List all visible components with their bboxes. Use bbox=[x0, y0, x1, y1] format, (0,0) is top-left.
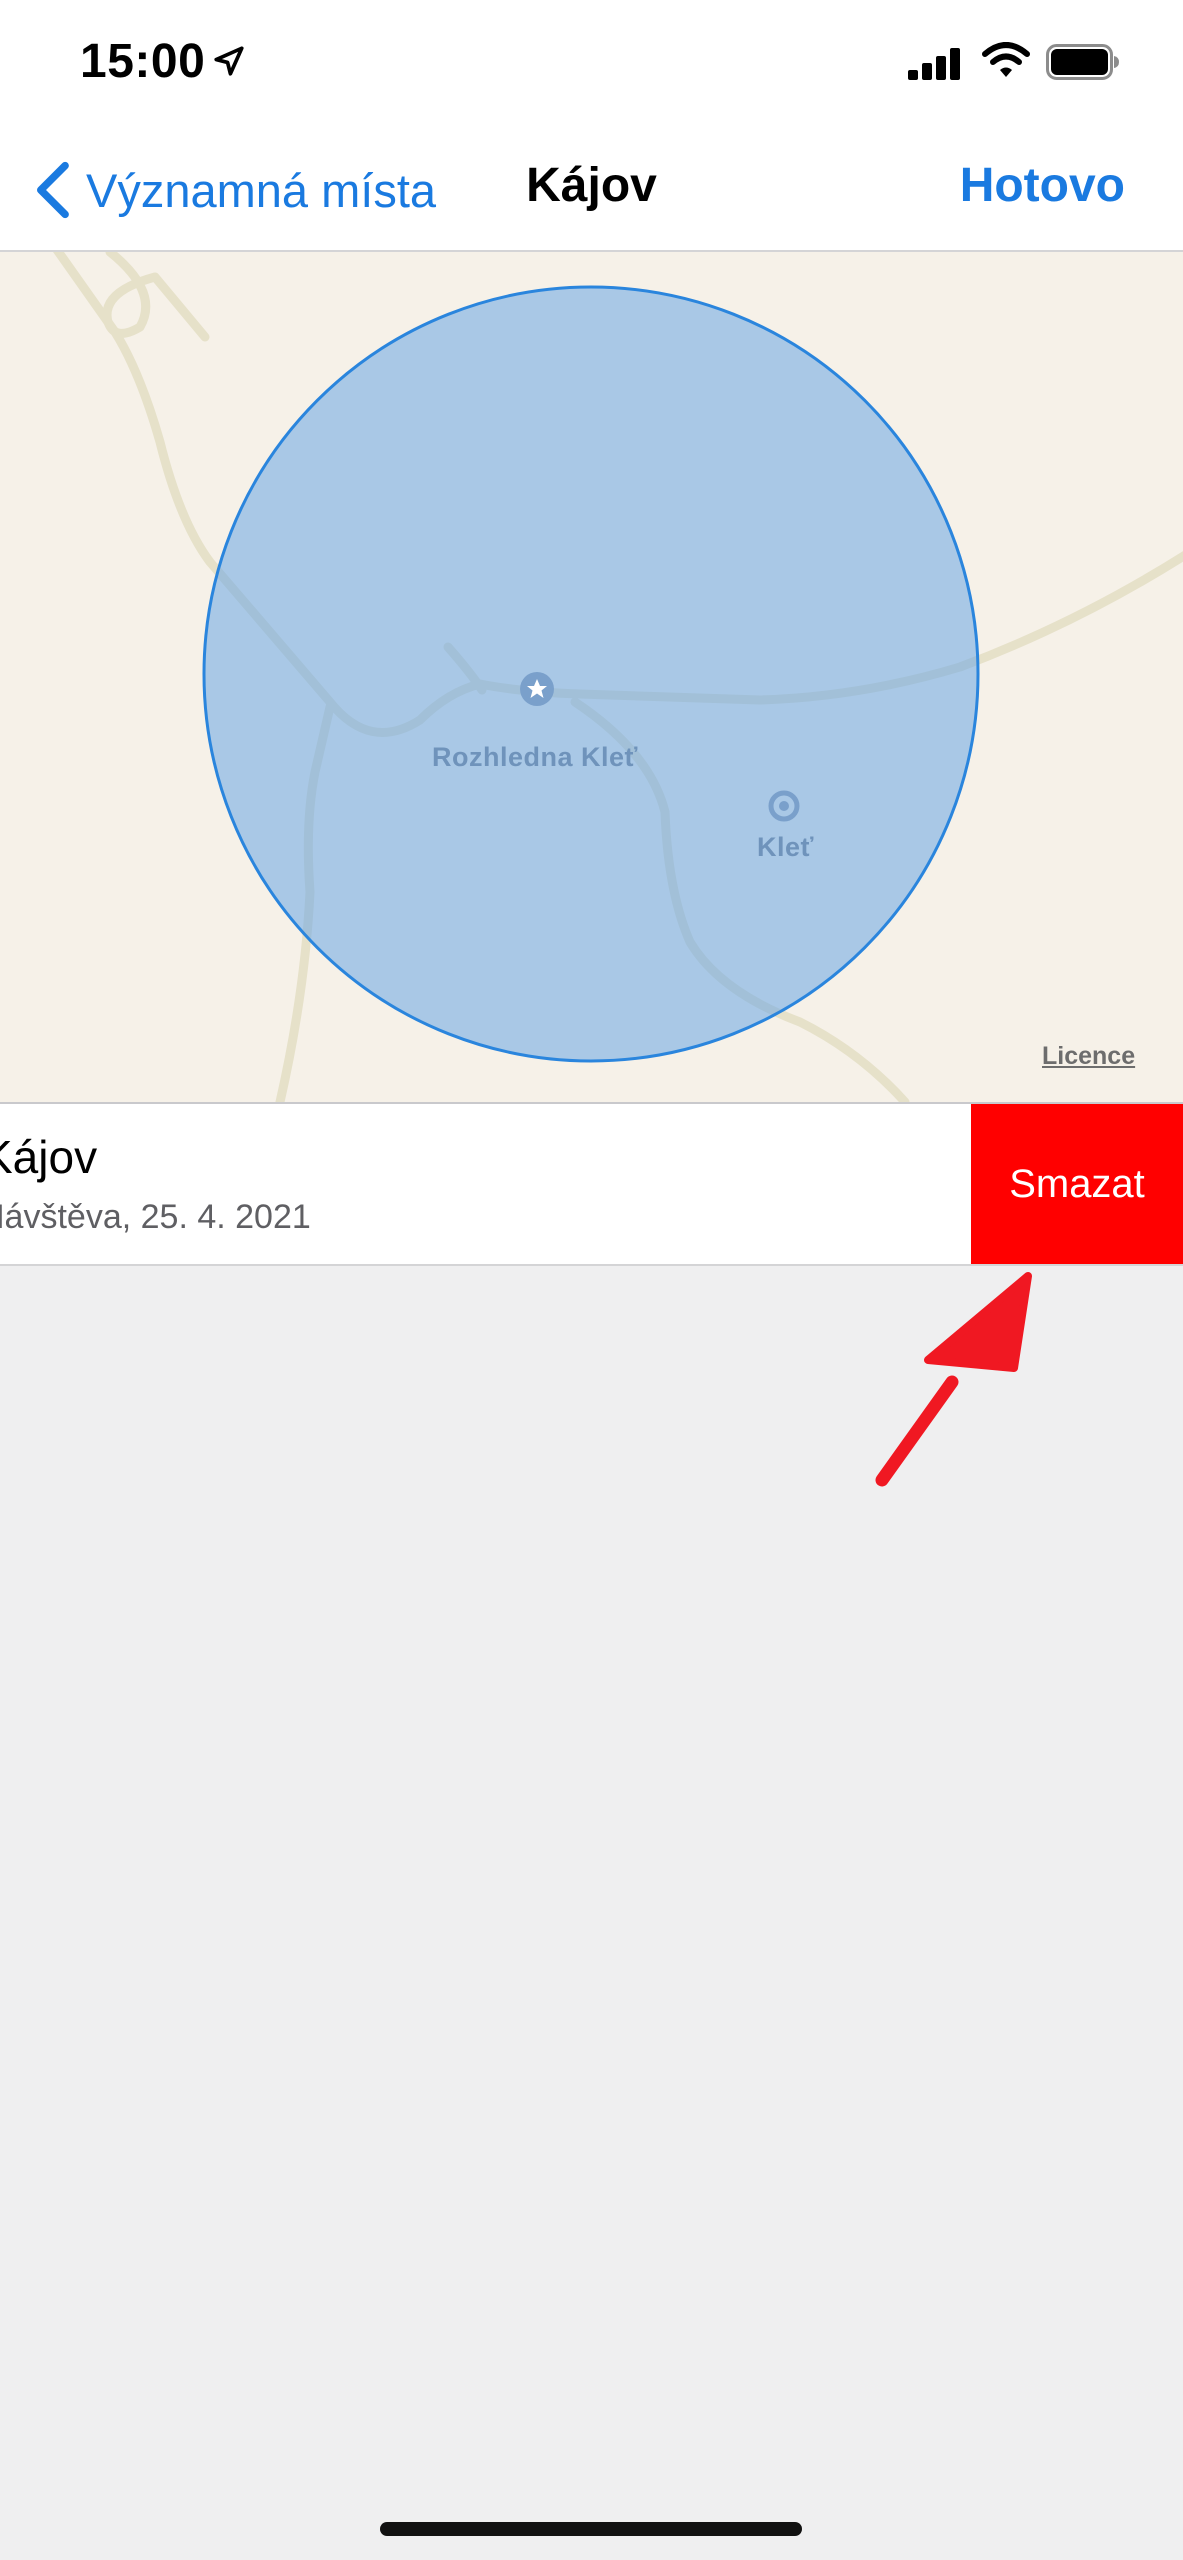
licence-link[interactable]: Licence bbox=[1042, 1042, 1135, 1071]
location-arrow-icon bbox=[214, 46, 244, 76]
navigation-bar: Významná místa Kájov Hotovo bbox=[0, 130, 1183, 252]
place-row[interactable]: Kájov Návštěva, 25. 4. 2021 Smazat bbox=[0, 1104, 1183, 1266]
poi-label-rozhledna[interactable]: Rozhledna Kleť bbox=[432, 742, 638, 773]
map-view[interactable]: Rozhledna Kleť Kleť Licence bbox=[0, 252, 1183, 1105]
poi-star-icon bbox=[520, 672, 554, 706]
done-button[interactable]: Hotovo bbox=[960, 158, 1125, 213]
geofence-region bbox=[202, 285, 980, 1063]
wifi-icon bbox=[982, 42, 1030, 77]
chevron-left-icon bbox=[37, 161, 69, 219]
place-title: Kájov bbox=[0, 1131, 98, 1183]
status-time: 15:00 bbox=[80, 35, 206, 88]
home-indicator[interactable] bbox=[380, 2522, 802, 2536]
battery-icon bbox=[1046, 44, 1119, 80]
status-bar: 15:00 bbox=[0, 0, 1183, 130]
place-visit-date: Návštěva, 25. 4. 2021 bbox=[0, 1198, 311, 1236]
back-button-label: Významná místa bbox=[86, 163, 437, 217]
cellular-signal-icon bbox=[908, 48, 960, 80]
map-canvas bbox=[53, 252, 1183, 1102]
poi-label-klet[interactable]: Kleť bbox=[757, 832, 814, 863]
annotation-arrow-icon bbox=[875, 1272, 1032, 1487]
delete-button[interactable]: Smazat bbox=[971, 1104, 1183, 1264]
back-button[interactable]: Významná místa bbox=[32, 158, 436, 222]
